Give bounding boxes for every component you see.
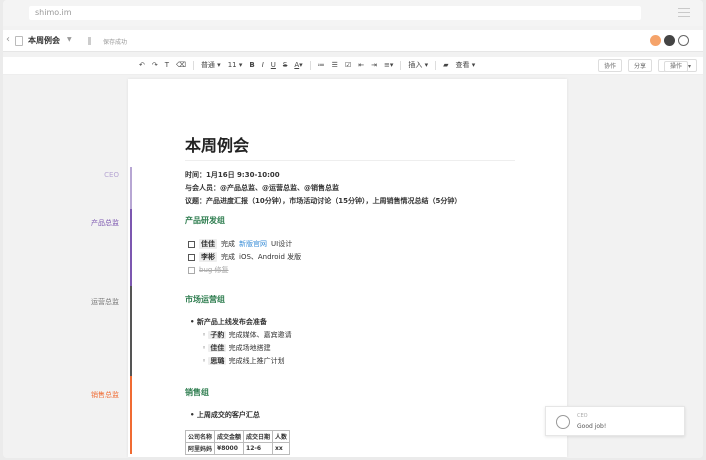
section-heading: 市场运营组 [185,295,225,304]
align-icon[interactable]: ≡▾ [384,61,393,69]
style-select[interactable]: 普通 ▾ [201,60,221,70]
sidebar-role-ops: 运营总监 [91,298,119,306]
attendees-line: 与会人员：@产品总监、@运营总监、@销售总监 [185,184,339,192]
font-color-button[interactable]: A▾ [294,61,302,69]
indent-decrease-icon[interactable]: ⇤ [358,61,364,69]
doc-header: ‹ 本周例会 ▼ 保存成功 [3,30,703,52]
task-text: iOS、Android 发版 [239,253,302,261]
task-text: 完成 [221,253,235,261]
document-page[interactable]: 本周例会 时间：1月16日 9:30-10:00 与会人员：@产品总监、@运营总… [128,79,567,457]
doc-title[interactable]: 本周例会 [28,35,60,46]
pin-icon[interactable] [88,37,91,45]
checkbox[interactable] [188,240,195,248]
avatar [556,415,570,429]
mention-tag[interactable]: 佳佳 [208,344,227,352]
bold-button[interactable]: B [249,61,254,69]
checklist-icon[interactable]: ☑ [345,61,351,69]
comment-card[interactable]: CEO Good job! [545,406,685,436]
agenda-line: 议题：产品进度汇报（10分钟），市场活动讨论（15分钟），上周销售情况总结（5分… [185,197,462,205]
sidebar-role-product: 产品总监 [91,219,119,227]
avatar[interactable] [650,35,661,46]
table-cell[interactable]: xx [272,442,291,455]
toolbar-divider [435,60,437,70]
task-text: bug 修复 [199,266,229,274]
doc-link[interactable]: 新版官网 [239,239,267,249]
role-bar-ceo [130,167,132,209]
sidebar-role-sales: 销售总监 [91,391,119,399]
mention-tag[interactable]: 李彬 [199,252,217,262]
mention-tag[interactable]: 佳佳 [199,239,217,249]
role-bar-sales [130,376,132,454]
indent-increase-icon[interactable]: ⇥ [371,61,377,69]
collab-button[interactable]: 协作 [597,59,622,72]
strikethrough-button[interactable]: S [283,61,287,69]
ordered-list-icon[interactable]: ≔ [318,61,325,69]
table-header-cell[interactable]: 成交日期 [243,430,274,443]
font-size-select[interactable]: 11 ▾ [228,61,243,69]
comment-icon[interactable]: ▰ [443,61,448,69]
table-cell[interactable]: 12-6 [243,442,274,455]
checkbox-checked[interactable] [188,266,195,274]
toolbar-divider [309,60,311,70]
actions-button[interactable]: 操作 ▾ [657,59,697,72]
list-item: ◦ 子豹 完成媒体、嘉宾邀请 [202,331,292,339]
underline-button[interactable]: U [271,61,276,69]
collaborator-avatars [650,35,689,46]
hamburger-menu-icon[interactable] [678,8,690,20]
insert-menu[interactable]: 插入 ▾ [408,60,428,70]
list-item: • 上周成交的客户汇总 [190,411,260,419]
sidebar-role-ceo: CEO [104,171,119,179]
comment-author-role: CEO [577,413,588,419]
address-bar: shimo.im [3,0,703,26]
checkbox[interactable] [188,253,195,261]
table-header-cell[interactable]: 人数 [272,430,291,443]
section-heading: 产品研发组 [185,216,225,225]
page-title: 本周例会 [185,136,250,155]
format-painter-icon[interactable]: T [165,61,169,69]
task-text: UI设计 [271,240,293,248]
time-line: 时间：1月16日 9:30-10:00 [185,171,280,179]
list-item: ◦ 思璐 完成线上推广计划 [202,357,285,365]
checklist-item: 佳佳 完成 新版官网 UI设计 [188,239,292,249]
clear-format-icon[interactable]: ⌫ [176,61,186,69]
app-window: shimo.im ‹ 本周例会 ▼ 保存成功 ↶ ↷ T ⌫ 普通 ▾ 11 ▾… [3,0,703,458]
list-item: ◦ 佳佳 完成场地搭建 [202,344,271,352]
avatar[interactable] [678,35,689,46]
back-chevron-icon[interactable]: ‹ [6,34,10,45]
chevron-down-icon[interactable]: ▼ [67,36,72,43]
view-menu[interactable]: 查看 ▾ [456,60,476,70]
bullet-list-icon[interactable]: ☰ [332,61,338,69]
comment-text: Good job! [577,423,607,430]
task-text: 完成 [221,240,235,248]
toolbar-divider [192,60,194,70]
toolbar-divider [400,60,402,70]
mention-tag[interactable]: 子豹 [208,331,227,339]
undo-icon[interactable]: ↶ [139,61,145,69]
format-toolbar: ↶ ↷ T ⌫ 普通 ▾ 11 ▾ B I U S A▾ ≔ ☰ ☑ ⇤ ⇥ ≡… [3,57,703,75]
document-icon [15,36,23,46]
avatar[interactable] [664,35,675,46]
table-row: 阿里妈妈 ¥8000 12-6 xx [184,442,291,455]
italic-button[interactable]: I [262,61,264,69]
checklist-item: bug 修复 [188,265,229,275]
role-bar-product [130,209,132,286]
table-cell[interactable]: 阿里妈妈 [184,442,216,455]
checklist-item: 李彬 完成 iOS、Android 发版 [188,252,301,262]
table-header-cell[interactable]: 公司名称 [184,430,216,443]
redo-icon[interactable]: ↷ [152,61,158,69]
share-button[interactable]: 分享 [627,59,652,72]
sales-table[interactable]: 公司名称 成交金额 成交日期 人数 阿里妈妈 ¥8000 12-6 xx [184,430,291,455]
url-field[interactable]: shimo.im [29,6,641,20]
table-header-row: 公司名称 成交金额 成交日期 人数 [184,430,291,443]
role-bar-ops [130,286,132,376]
table-cell[interactable]: ¥8000 [214,442,245,455]
editor-canvas: CEO 产品总监 运营总监 销售总监 本周例会 时间：1月16日 9:30-10… [3,76,703,458]
save-status: 保存成功 [103,39,128,46]
divider [185,160,515,161]
list-item: • 新产品上线发布会准备 [190,318,267,326]
mention-tag[interactable]: 思璐 [208,357,227,365]
section-heading: 销售组 [185,388,209,397]
table-header-cell[interactable]: 成交金额 [214,430,245,443]
